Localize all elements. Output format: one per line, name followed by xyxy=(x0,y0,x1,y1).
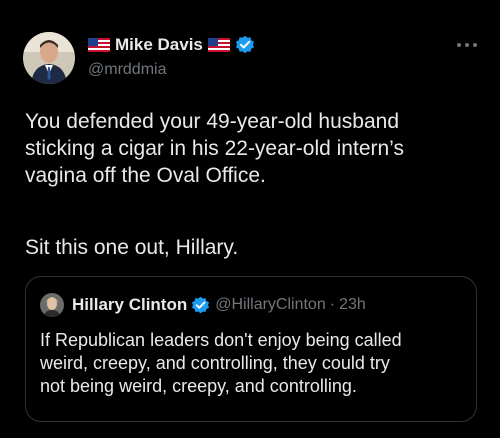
separator-dot: · xyxy=(329,296,336,313)
quoted-post-text: If Republican leaders don't enjoy being … xyxy=(40,330,402,396)
post-text-paragraph-2: Sit this one out, Hillary. xyxy=(25,236,239,259)
post: Mike Davis @mrddmia You defended your 49… xyxy=(0,0,500,438)
more-horizontal-icon[interactable] xyxy=(456,38,478,50)
author-display-name[interactable]: Mike Davis xyxy=(115,35,203,55)
quoted-post-timestamp[interactable]: 23h xyxy=(339,296,366,314)
quoted-author-avatar[interactable] xyxy=(40,293,64,317)
post-text-paragraph-1: You defended your 49-year-old husband st… xyxy=(25,110,404,187)
quoted-post-card[interactable]: Hillary Clinton @HillaryClinton · 23h If… xyxy=(25,276,477,422)
verified-badge-icon xyxy=(235,35,255,55)
quoted-author-handle[interactable]: @HillaryClinton xyxy=(215,296,326,314)
author-avatar[interactable] xyxy=(23,32,75,84)
us-flag-icon xyxy=(88,38,110,52)
author-name-row: Mike Davis xyxy=(88,34,255,56)
us-flag-icon xyxy=(207,38,230,52)
author-handle[interactable]: @mrddmia xyxy=(88,61,166,79)
quoted-author-display-name[interactable]: Hillary Clinton xyxy=(72,295,187,315)
quoted-post-header: Hillary Clinton @HillaryClinton · 23h xyxy=(72,294,366,316)
verified-badge-icon xyxy=(191,296,210,315)
